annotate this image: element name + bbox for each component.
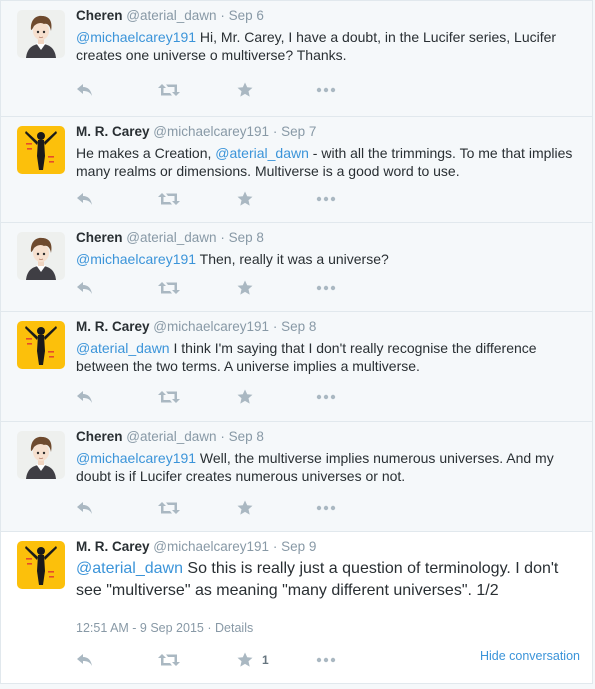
username[interactable]: @michaelcarey191 bbox=[153, 319, 269, 334]
tweet-text: He makes a Creation, @aterial_dawn - wit… bbox=[76, 144, 576, 180]
tweet[interactable]: Cheren @aterial_dawn · Sep 6 @michaelcar… bbox=[0, 0, 593, 117]
avatar[interactable] bbox=[17, 321, 65, 369]
mention-link[interactable]: @michaelcarey191 bbox=[76, 251, 196, 267]
tweet-text-segment: He makes a Creation, bbox=[76, 145, 216, 161]
reply-icon[interactable] bbox=[76, 191, 94, 207]
full-timestamp[interactable]: 12:51 AM - 9 Sep 2015 bbox=[76, 621, 204, 635]
display-name[interactable]: Cheren bbox=[76, 8, 123, 23]
favorite-icon[interactable] bbox=[237, 191, 253, 207]
retweet-icon[interactable] bbox=[158, 389, 180, 405]
username[interactable]: @aterial_dawn bbox=[126, 230, 216, 245]
reply-icon[interactable] bbox=[76, 82, 94, 98]
more-icon[interactable] bbox=[316, 389, 336, 405]
tweet-text: @aterial_dawn So this is really just a q… bbox=[76, 558, 576, 602]
retweet-icon[interactable] bbox=[158, 500, 180, 516]
username[interactable]: @michaelcarey191 bbox=[153, 124, 269, 139]
favorite-icon[interactable] bbox=[237, 389, 253, 405]
reply-icon[interactable] bbox=[76, 652, 94, 668]
separator: · bbox=[207, 621, 212, 635]
mention-link[interactable]: @aterial_dawn bbox=[76, 560, 183, 577]
more-icon[interactable] bbox=[316, 82, 336, 98]
separator: · bbox=[220, 429, 225, 444]
retweet-icon[interactable] bbox=[158, 82, 180, 98]
display-name[interactable]: M. R. Carey bbox=[76, 319, 150, 334]
separator: · bbox=[272, 319, 278, 334]
favorite-icon[interactable] bbox=[237, 82, 253, 98]
retweet-icon[interactable] bbox=[158, 652, 180, 668]
avatar[interactable] bbox=[17, 10, 65, 58]
tweet-header: Cheren @aterial_dawn · Sep 8 bbox=[76, 230, 264, 245]
reply-icon[interactable] bbox=[76, 280, 94, 296]
avatar[interactable] bbox=[17, 431, 65, 479]
tweet[interactable]: Cheren @aterial_dawn · Sep 8 @michaelcar… bbox=[0, 223, 593, 312]
timestamp[interactable]: Sep 7 bbox=[281, 124, 316, 139]
tweet-header: M. R. Carey @michaelcarey191 · Sep 9 bbox=[76, 539, 316, 554]
avatar[interactable] bbox=[17, 541, 65, 589]
more-icon[interactable] bbox=[316, 652, 336, 668]
favorite-icon[interactable] bbox=[237, 280, 253, 296]
mention-link[interactable]: @michaelcarey191 bbox=[76, 450, 196, 466]
tweet-text: @aterial_dawn I think I'm saying that I … bbox=[76, 339, 576, 375]
mention-link[interactable]: @michaelcarey191 bbox=[76, 29, 196, 45]
display-name[interactable]: Cheren bbox=[76, 429, 123, 444]
conversation-thread: Cheren @aterial_dawn · Sep 6 @michaelcar… bbox=[0, 0, 595, 689]
tweet-text: @michaelcarey191 Well, the multiverse im… bbox=[76, 449, 576, 485]
tweet-actions bbox=[76, 191, 376, 211]
timestamp[interactable]: Sep 8 bbox=[229, 230, 264, 245]
tweet-header: Cheren @aterial_dawn · Sep 6 bbox=[76, 8, 264, 23]
favorite-icon[interactable] bbox=[237, 500, 253, 516]
tweet-actions: 1 bbox=[76, 652, 376, 672]
tweet-actions bbox=[76, 82, 376, 102]
tweet-meta: 12:51 AM - 9 Sep 2015 · Details bbox=[76, 621, 253, 635]
favorite-count[interactable]: 1 bbox=[262, 653, 269, 667]
username[interactable]: @michaelcarey191 bbox=[153, 539, 269, 554]
tweet-header: Cheren @aterial_dawn · Sep 8 bbox=[76, 429, 264, 444]
reply-icon[interactable] bbox=[76, 389, 94, 405]
username[interactable]: @aterial_dawn bbox=[126, 429, 216, 444]
tweet-text: @michaelcarey191 Hi, Mr. Carey, I have a… bbox=[76, 28, 576, 64]
display-name[interactable]: M. R. Carey bbox=[76, 539, 150, 554]
separator: · bbox=[220, 230, 225, 245]
tweet[interactable]: M. R. Carey @michaelcarey191 · Sep 8 @at… bbox=[0, 312, 593, 422]
more-icon[interactable] bbox=[316, 280, 336, 296]
mention-link[interactable]: @aterial_dawn bbox=[76, 340, 170, 356]
favorite-icon[interactable] bbox=[237, 652, 253, 668]
tweet[interactable]: M. R. Carey @michaelcarey191 · Sep 7 He … bbox=[0, 117, 593, 223]
tweet-actions bbox=[76, 280, 376, 300]
tweet-text-segment: Then, really it was a universe? bbox=[196, 251, 389, 267]
display-name[interactable]: Cheren bbox=[76, 230, 123, 245]
username[interactable]: @aterial_dawn bbox=[126, 8, 216, 23]
display-name[interactable]: M. R. Carey bbox=[76, 124, 150, 139]
more-icon[interactable] bbox=[316, 191, 336, 207]
separator: · bbox=[272, 539, 278, 554]
hide-conversation-link[interactable]: Hide conversation bbox=[480, 649, 580, 663]
timestamp[interactable]: Sep 8 bbox=[281, 319, 316, 334]
tweet-header: M. R. Carey @michaelcarey191 · Sep 8 bbox=[76, 319, 316, 334]
tweet-header: M. R. Carey @michaelcarey191 · Sep 7 bbox=[76, 124, 316, 139]
tweet-actions bbox=[76, 500, 376, 520]
focused-tweet[interactable]: M. R. Carey @michaelcarey191 · Sep 9 @at… bbox=[0, 532, 593, 684]
mention-link[interactable]: @aterial_dawn bbox=[215, 145, 309, 161]
tweet-actions bbox=[76, 389, 376, 409]
more-icon[interactable] bbox=[316, 500, 336, 516]
details-link[interactable]: Details bbox=[215, 621, 253, 635]
avatar[interactable] bbox=[17, 126, 65, 174]
tweet[interactable]: Cheren @aterial_dawn · Sep 8 @michaelcar… bbox=[0, 422, 593, 532]
retweet-icon[interactable] bbox=[158, 280, 180, 296]
reply-icon[interactable] bbox=[76, 500, 94, 516]
timestamp[interactable]: Sep 6 bbox=[229, 8, 264, 23]
timestamp[interactable]: Sep 8 bbox=[229, 429, 264, 444]
separator: · bbox=[220, 8, 225, 23]
separator: · bbox=[272, 124, 278, 139]
avatar[interactable] bbox=[17, 232, 65, 280]
timestamp[interactable]: Sep 9 bbox=[281, 539, 316, 554]
tweet-text: @michaelcarey191 Then, really it was a u… bbox=[76, 250, 576, 268]
retweet-icon[interactable] bbox=[158, 191, 180, 207]
